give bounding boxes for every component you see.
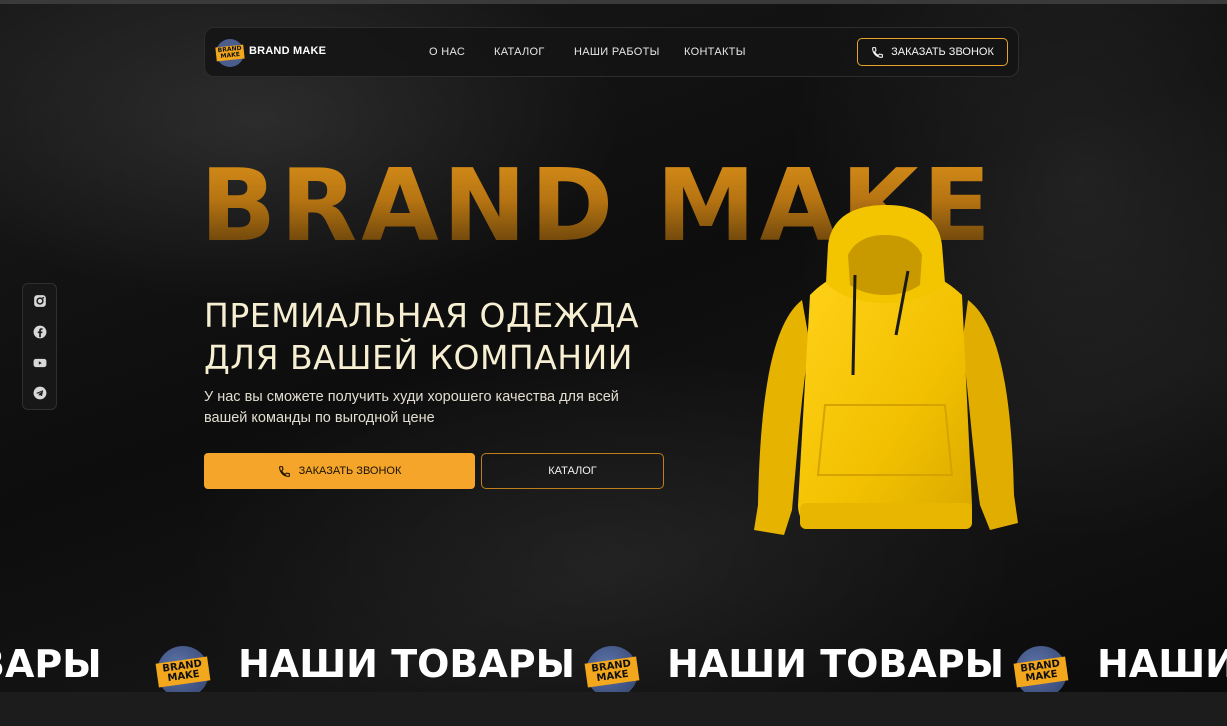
nav-link-works[interactable]: НАШИ РАБОТЫ <box>574 46 660 58</box>
nav-call-button[interactable]: ЗАКАЗАТЬ ЗВОНОК <box>857 38 1008 66</box>
nav-link-contacts[interactable]: КОНТАКТЫ <box>684 46 746 58</box>
hero-call-label: ЗАКАЗАТЬ ЗВОНОК <box>298 465 402 477</box>
marquee-text-partial-right: НАШИ <box>1097 642 1227 686</box>
navbar: BRAND MAKE BRAND MAKE О НАС КАТАЛОГ НАШИ… <box>204 27 1019 77</box>
phone-icon <box>872 46 884 58</box>
nav-link-catalog[interactable]: КАТАЛОГ <box>494 46 545 58</box>
telegram-icon[interactable] <box>33 386 47 400</box>
hero-catalog-label: КАТАЛОГ <box>548 465 597 477</box>
marquee-text: НАШИ ТОВАРЫ <box>667 642 1005 686</box>
marquee-logo: BRAND MAKE <box>155 646 211 692</box>
marquee-logo: BRAND MAKE <box>1013 646 1069 692</box>
social-sidebar <box>22 283 57 410</box>
headline-line-2: ДЛЯ ВАШЕЙ КОМПАНИИ <box>204 338 633 377</box>
hoodie-image <box>754 205 1018 535</box>
marquee-logo-text: BRAND MAKE <box>155 656 211 688</box>
headline-line-1: ПРЕМИАЛЬНАЯ ОДЕЖДА <box>204 296 640 335</box>
instagram-icon[interactable] <box>33 294 47 308</box>
marquee-text: НАШИ ТОВАРЫ <box>238 642 576 686</box>
marquee-text-partial-left: ВАРЫ <box>0 642 102 686</box>
marquee-logo-text: BRAND MAKE <box>1013 656 1069 688</box>
youtube-icon[interactable] <box>33 356 47 370</box>
phone-icon <box>278 465 290 477</box>
hero-subtext: У нас вы сможете получить худи хорошего … <box>204 389 619 426</box>
nav-link-about[interactable]: О НАС <box>429 46 465 58</box>
brand-logo[interactable]: BRAND MAKE <box>215 39 245 67</box>
marquee-logo: BRAND MAKE <box>584 646 640 692</box>
hero-headline: ПРЕМИАЛЬНАЯ ОДЕЖДА ДЛЯ ВАШЕЙ КОМПАНИИ <box>204 295 724 379</box>
hero-catalog-button[interactable]: КАТАЛОГ <box>481 453 664 489</box>
marquee-logo-text: BRAND MAKE <box>584 656 640 688</box>
products-marquee: ВАРЫ BRAND MAKE НАШИ ТОВАРЫ BRAND MAKE Н… <box>0 636 1227 692</box>
brand-name[interactable]: BRAND MAKE <box>249 45 326 57</box>
hero-call-button[interactable]: ЗАКАЗАТЬ ЗВОНОК <box>204 453 475 489</box>
nav-call-label: ЗАКАЗАТЬ ЗВОНОК <box>891 46 994 58</box>
facebook-icon[interactable] <box>33 325 47 339</box>
bottom-strip <box>0 692 1227 726</box>
top-edge <box>0 0 1227 4</box>
logo-text: BRAND MAKE <box>215 44 245 62</box>
